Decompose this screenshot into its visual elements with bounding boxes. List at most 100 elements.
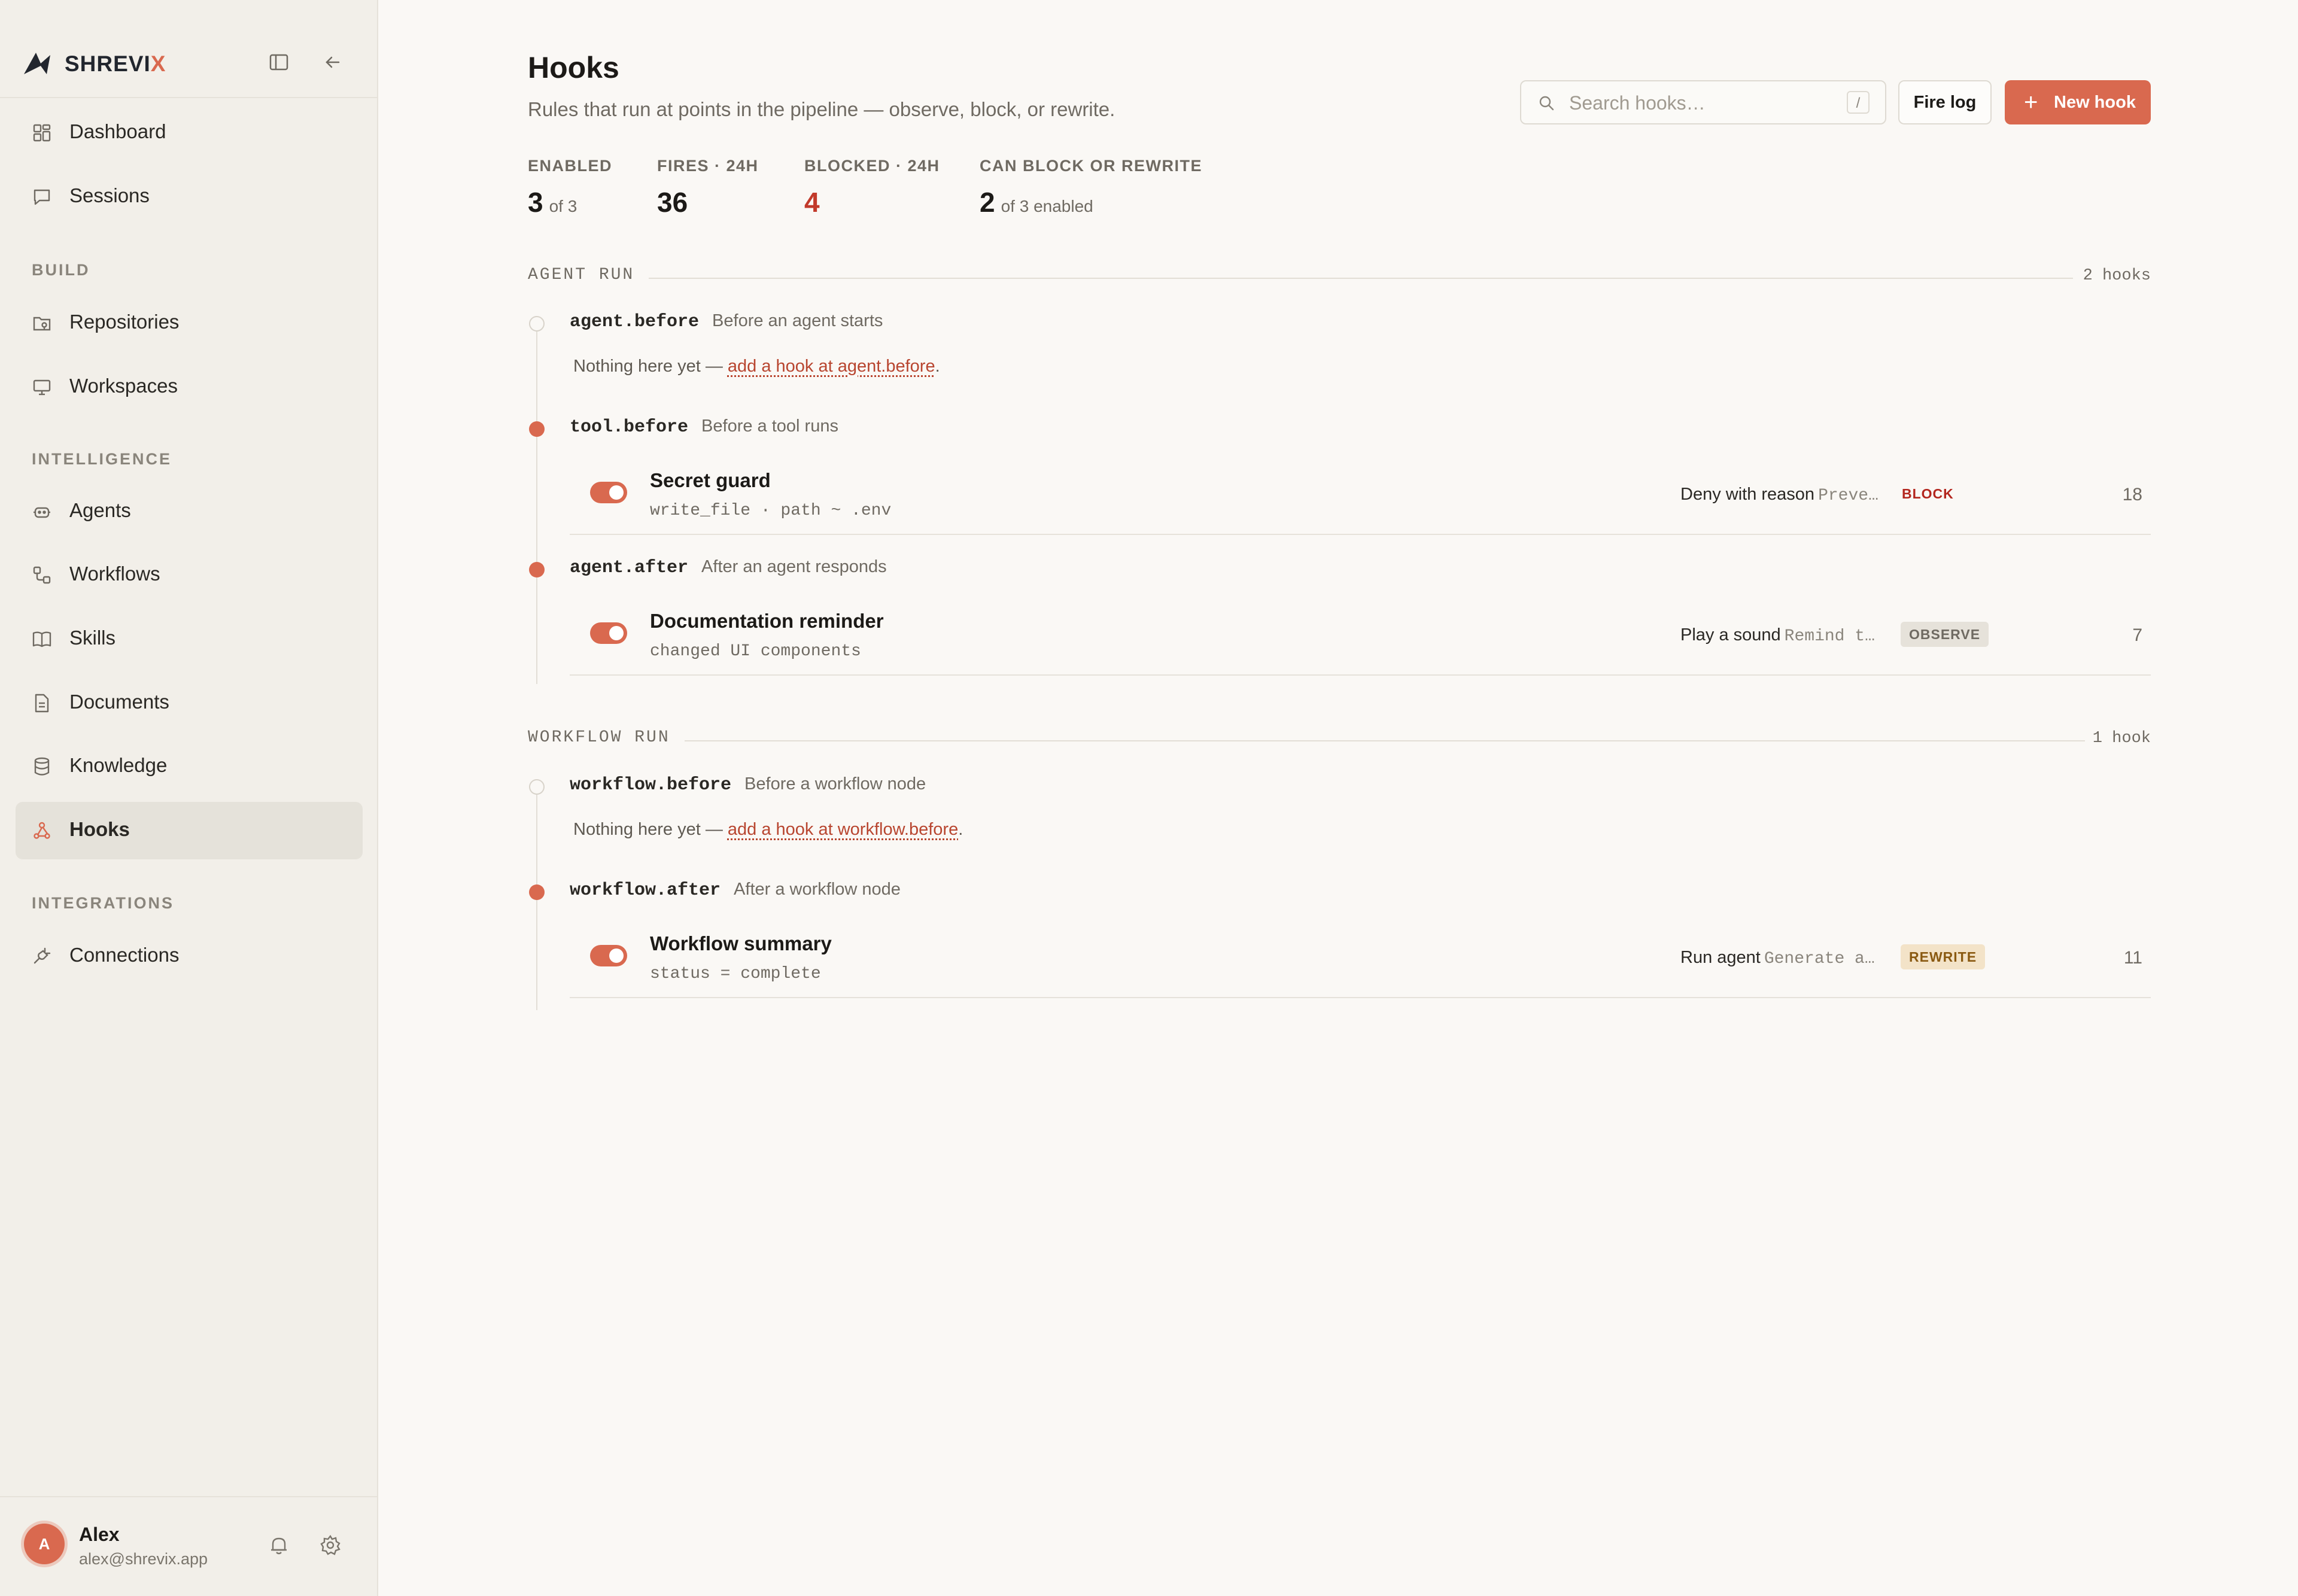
group-count: 1 hook xyxy=(2092,729,2151,747)
sidebar-item-connections[interactable]: Connections xyxy=(16,928,363,985)
sidebar-item-dashboard[interactable]: Dashboard xyxy=(16,104,363,162)
group-header-agent-run: AGENT RUN 2 hooks xyxy=(528,266,2151,290)
event-agent-after: agent.after After an agent responds xyxy=(570,557,887,578)
brand-logo-icon xyxy=(24,53,50,74)
user-footer: A Alex alex@shrevix.app xyxy=(0,1496,377,1596)
fire-count: 11 xyxy=(2123,948,2142,968)
user-name: Alex xyxy=(79,1524,120,1545)
event-tool-before: tool.before Before a tool runs xyxy=(570,417,838,437)
timeline-line xyxy=(536,325,537,684)
document-icon xyxy=(31,692,53,714)
back-arrow-icon[interactable] xyxy=(321,50,345,74)
hook-enabled-toggle[interactable] xyxy=(590,622,627,644)
sidebar-item-label: Documents xyxy=(69,691,169,713)
hook-enabled-toggle[interactable] xyxy=(590,945,627,966)
sidebar-item-label: Hooks xyxy=(69,818,130,840)
app-window: SHREVIX Dashboard Sessions BUILD Reposit… xyxy=(0,0,2298,1596)
sidebar-item-workflows[interactable]: Workflows xyxy=(16,546,363,604)
stat-value: 4 xyxy=(804,187,820,218)
hook-action: Run agent Generate a… xyxy=(1680,948,1875,968)
event-workflow-before: workflow.before Before a workflow node xyxy=(570,774,926,795)
sidebar-item-label: Dashboard xyxy=(69,120,166,142)
hook-action: Play a sound Remind t… xyxy=(1680,625,1875,646)
event-description: After an agent responds xyxy=(701,557,887,576)
event-dot-active xyxy=(529,884,545,900)
event-name: workflow.after xyxy=(570,880,721,901)
event-dot-empty xyxy=(529,316,545,332)
stat-label: CAN BLOCK OR REWRITE xyxy=(980,157,1202,175)
event-workflow-after: workflow.after After a workflow node xyxy=(570,880,901,901)
hook-name: Documentation reminder xyxy=(650,610,884,632)
mode-badge: BLOCK xyxy=(1902,486,1954,501)
event-name: agent.after xyxy=(570,558,689,578)
divider xyxy=(624,278,2073,279)
group-label: AGENT RUN xyxy=(528,266,649,284)
user-email: alex@shrevix.app xyxy=(79,1550,208,1568)
gear-icon[interactable] xyxy=(318,1533,342,1557)
stat-label: FIRES · 24H xyxy=(657,157,759,175)
avatar[interactable]: A xyxy=(24,1524,65,1564)
sidebar-item-label: Workspaces xyxy=(69,375,178,397)
brand-header: SHREVIX xyxy=(0,0,377,98)
stat-label: BLOCKED · 24H xyxy=(804,157,940,175)
group-header-workflow-run: WORKFLOW RUN 1 hook xyxy=(528,728,2151,752)
empty-state: Nothing here yet — add a hook at agent.b… xyxy=(573,357,940,376)
sidebar-item-agents[interactable]: Agents xyxy=(16,483,363,540)
section-title-integrations: INTEGRATIONS xyxy=(32,894,174,912)
stat-value: 3 xyxy=(528,187,543,218)
hook-enabled-toggle[interactable] xyxy=(590,482,627,503)
sidebar-item-repositories[interactable]: Repositories xyxy=(16,294,363,352)
empty-state: Nothing here yet — add a hook at workflo… xyxy=(573,820,963,839)
hook-condition: changed UI components xyxy=(650,642,861,661)
sidebar-item-hooks[interactable]: Hooks xyxy=(16,802,363,859)
sidebar-item-label: Workflows xyxy=(69,563,160,585)
fire-log-button[interactable]: Fire log xyxy=(1898,80,1992,124)
search-input[interactable] xyxy=(1568,89,1828,117)
stat-value: 2 xyxy=(980,187,995,218)
stat-value: 36 xyxy=(657,187,688,218)
sidebar-item-workspaces[interactable]: Workspaces xyxy=(16,358,363,416)
sidebar-item-label: Knowledge xyxy=(69,754,168,776)
sidebar-item-skills[interactable]: Skills xyxy=(16,610,363,668)
plus-icon: + xyxy=(2024,89,2038,115)
hook-name: Workflow summary xyxy=(650,932,832,954)
new-hook-button[interactable]: + New hook xyxy=(2005,80,2151,124)
stat-fires: FIRES · 24H 36 xyxy=(657,157,759,218)
stat-sub: of 3 enabled xyxy=(1001,197,1093,215)
plug-icon xyxy=(31,946,53,967)
event-name: agent.before xyxy=(570,312,700,332)
stat-enabled: ENABLED 3 of 3 xyxy=(528,157,612,218)
toggle-sidebar-icon[interactable] xyxy=(267,50,291,74)
sidebar-item-knowledge[interactable]: Knowledge xyxy=(16,738,363,795)
stat-sub: of 3 xyxy=(549,197,577,215)
sidebar-item-label: Skills xyxy=(69,627,116,649)
fire-count: 7 xyxy=(2132,625,2142,645)
group-label: WORKFLOW RUN xyxy=(528,728,685,747)
stat-blocked: BLOCKED · 24H 4 xyxy=(804,157,940,218)
hook-action: Deny with reason Preve… xyxy=(1680,485,1878,505)
sidebar-item-documents[interactable]: Documents xyxy=(16,674,363,732)
hook-row-documentation-reminder[interactable]: Documentation reminder changed UI compon… xyxy=(570,594,2151,676)
new-hook-label: New hook xyxy=(2054,93,2136,112)
hook-row-secret-guard[interactable]: Secret guard write_file · path ~ .env De… xyxy=(570,454,2151,535)
event-description: After a workflow node xyxy=(734,880,901,899)
sidebar-item-sessions[interactable]: Sessions xyxy=(16,168,363,226)
hook-condition: write_file · path ~ .env xyxy=(650,501,892,520)
book-icon xyxy=(31,628,53,650)
database-icon xyxy=(31,756,53,777)
stat-can-block: CAN BLOCK OR REWRITE 2 of 3 enabled xyxy=(980,157,1202,218)
divider xyxy=(659,740,2085,741)
hook-row-workflow-summary[interactable]: Workflow summary status = complete Run a… xyxy=(570,917,2151,998)
event-dot-active xyxy=(529,421,545,437)
add-hook-link-agent-before[interactable]: add a hook at agent.before xyxy=(728,357,935,376)
brand-name: SHREVIX xyxy=(65,51,166,76)
search-shortcut-hint: / xyxy=(1847,91,1870,114)
add-hook-link-workflow-before[interactable]: add a hook at workflow.before xyxy=(728,820,958,839)
sidebar: SHREVIX Dashboard Sessions BUILD Reposit… xyxy=(0,0,378,1596)
event-agent-before: agent.before Before an agent starts xyxy=(570,311,883,332)
search-box[interactable]: / xyxy=(1520,80,1886,124)
section-title-intelligence: INTELLIGENCE xyxy=(32,450,172,468)
event-dot-empty xyxy=(529,779,545,795)
sidebar-item-label: Sessions xyxy=(69,184,150,206)
bell-icon[interactable] xyxy=(267,1533,291,1557)
